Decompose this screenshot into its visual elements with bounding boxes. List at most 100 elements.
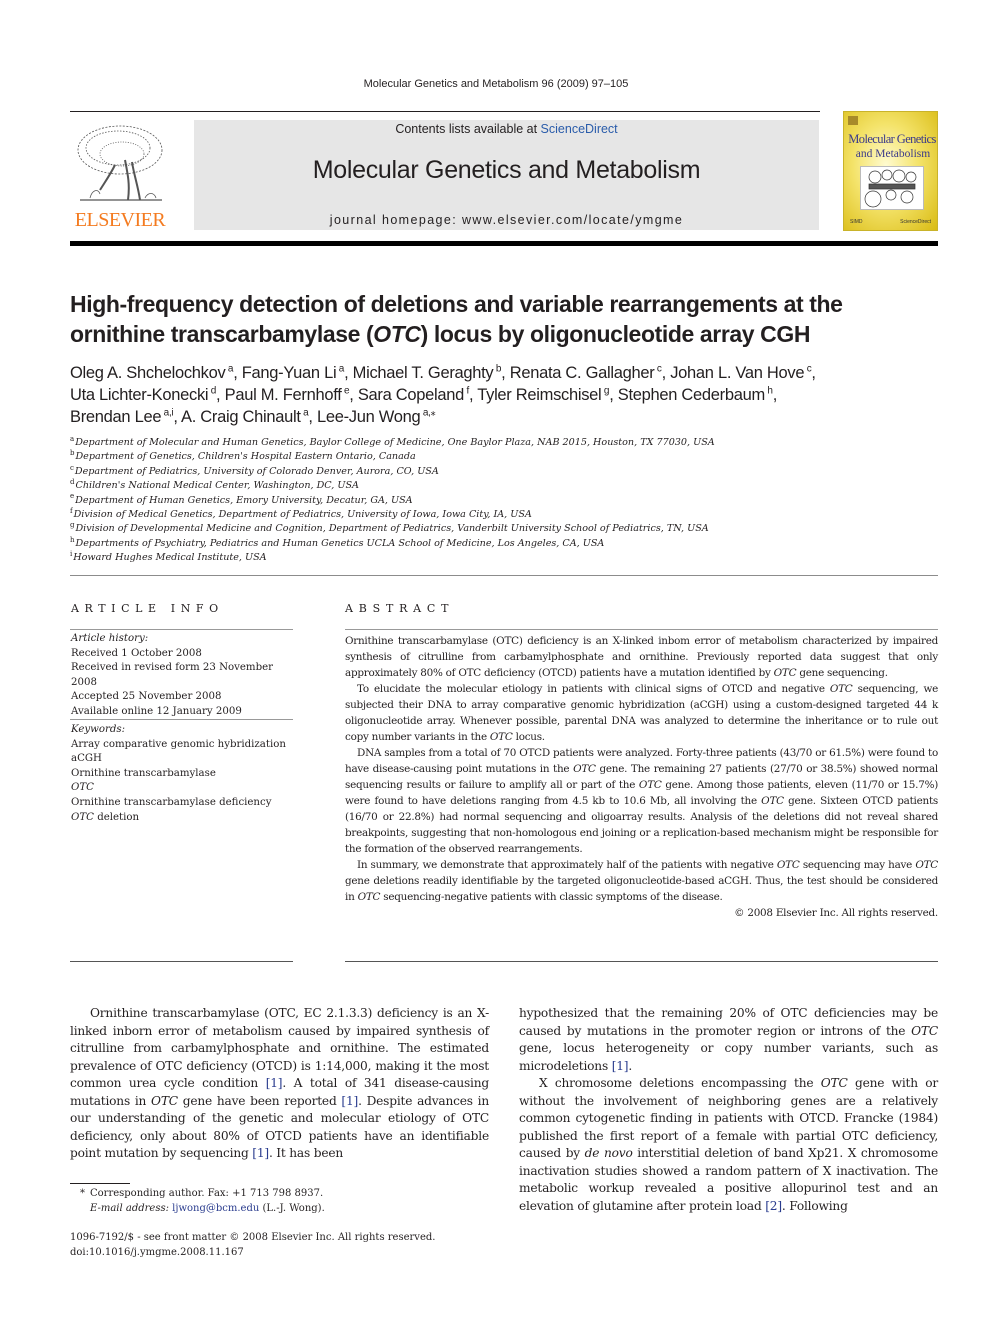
- keywords-rule: [70, 719, 293, 720]
- history-item: Available online 12 January 2009: [71, 705, 242, 717]
- cover-society-logo: SIMD: [850, 219, 863, 225]
- doi-line[interactable]: doi:10.1016/j.ymgme.2008.11.167: [70, 1246, 500, 1261]
- affiliation: cDepartment of Pediatrics, University of…: [70, 463, 439, 477]
- contents-prefix: Contents lists available at: [395, 122, 541, 136]
- affiliation: iHoward Hughes Medical Institute, USA: [70, 550, 267, 564]
- abstract-rule: [345, 629, 938, 630]
- author[interactable]: Paul M. Fernhoff e: [225, 386, 350, 404]
- cover-sciencedirect-logo: ScienceDirect: [900, 219, 931, 225]
- imprint: 1096-7192/$ - see front matter © 2008 El…: [70, 1231, 500, 1260]
- journal-cover[interactable]: Molecular Genetics and Metabolism SIMD S…: [843, 111, 938, 231]
- keyword-list: Array comparative genomic hybridization a…: [71, 738, 301, 826]
- citation-link[interactable]: [1]: [612, 1059, 629, 1073]
- affiliation-key: i: [70, 550, 73, 559]
- italic-term: OTC: [761, 795, 784, 807]
- header-thick-rule: [70, 241, 938, 246]
- author-affiliation-marker[interactable]: a,i: [161, 408, 174, 419]
- italic-term: OTC: [820, 1076, 848, 1090]
- citation-link[interactable]: [2]: [765, 1199, 782, 1213]
- author-affiliation-marker[interactable]: d: [208, 386, 217, 397]
- journal-title: Molecular Genetics and Metabolism: [312, 156, 701, 184]
- cover-figure: [860, 166, 924, 210]
- keyword[interactable]: Ornithine transcarbamylase deficiency: [71, 796, 301, 811]
- author[interactable]: Johan L. Van Hove c: [670, 364, 812, 382]
- history-list: Received 1 October 2008 Received in revis…: [71, 647, 301, 720]
- cover-membrane-diagram-icon: [864, 169, 917, 208]
- author[interactable]: Oleg A. Shchelochkov a: [70, 364, 233, 382]
- issn-line: 1096-7192/$ - see front matter © 2008 El…: [70, 1232, 436, 1243]
- author[interactable]: Sara Copeland f: [358, 386, 469, 404]
- italic-term: OTC: [151, 1093, 178, 1108]
- article-info-heading: ARTICLE INFO: [71, 602, 224, 615]
- author[interactable]: A. Craig Chinault a: [181, 408, 309, 426]
- citation-link[interactable]: [1]: [266, 1076, 283, 1090]
- email-suffix: (L.-J. Wong).: [262, 1202, 325, 1214]
- corresponding-text: Corresponding author. Fax: +1 713 798 89…: [90, 1188, 324, 1199]
- affiliation: aDepartment of Molecular and Human Genet…: [70, 434, 715, 448]
- affiliation: bDepartment of Genetics, Children's Hosp…: [70, 449, 416, 463]
- body-column-left: Ornithine transcarbamylase (OTC, EC 2.1.…: [70, 1005, 489, 1163]
- author[interactable]: Stephen Cederbaum h: [618, 386, 773, 404]
- title-gene-italic: OTC: [373, 321, 421, 347]
- affiliation: dChildren's National Medical Center, Was…: [70, 478, 359, 492]
- author[interactable]: Fang-Yuan Li a: [242, 364, 345, 382]
- author[interactable]: Renata C. Gallagher c: [510, 364, 662, 382]
- author[interactable]: Uta Lichter-Konecki d: [70, 386, 216, 404]
- body-paragraph: X chromosome deletions encompassing the …: [519, 1076, 938, 1213]
- author-affiliation-marker[interactable]: a: [301, 408, 309, 419]
- affiliation: fDivision of Medical Genetics, Departmen…: [70, 506, 532, 521]
- abstract-heading: ABSTRACT: [345, 602, 455, 615]
- body-column-right: hypothesized that the remaining 20% of O…: [519, 1005, 938, 1215]
- author-affiliation-marker[interactable]: e: [341, 386, 350, 397]
- keyword[interactable]: Array comparative genomic hybridization: [71, 738, 301, 753]
- affiliation-key: g: [70, 521, 75, 530]
- author[interactable]: Michael T. Geraghty b: [353, 364, 502, 382]
- journal-homepage[interactable]: journal homepage: www.elsevier.com/locat…: [194, 213, 819, 227]
- email-link[interactable]: ljwong@bcm.edu: [172, 1203, 259, 1214]
- cover-title-line1: Molecular Genetics: [848, 132, 936, 146]
- author-affiliation-marker[interactable]: a: [336, 364, 345, 375]
- publisher-logo[interactable]: ELSEVIER: [70, 120, 170, 232]
- journal-banner: Contents lists available at ScienceDirec…: [194, 120, 819, 230]
- keyword[interactable]: aCGH: [71, 752, 301, 767]
- author-affiliation-marker[interactable]: a: [225, 364, 234, 375]
- abstract-paragraph: To elucidate the molecular etiology in p…: [345, 683, 938, 743]
- history-item: Received in revised form 23 November 200…: [71, 662, 274, 688]
- author-affiliation-marker[interactable]: g: [601, 386, 610, 397]
- corresponding-author-footnote: * Corresponding author. Fax: +1 713 798 8…: [80, 1187, 500, 1216]
- italic-term: OTC: [489, 731, 513, 743]
- running-head: Molecular Genetics and Metabolism 96 (20…: [363, 78, 629, 90]
- author[interactable]: Brendan Lee a,i: [70, 408, 174, 426]
- affiliation: eDepartment of Human Genetics, Emory Uni…: [70, 492, 413, 506]
- keywords-label: Keywords:: [71, 724, 126, 735]
- history-item: Received 1 October 2008: [71, 647, 202, 659]
- author-list: Oleg A. Shchelochkov a, Fang-Yuan Li a, …: [70, 363, 816, 426]
- footnote-star: *: [80, 1188, 85, 1199]
- keyword[interactable]: Ornithine transcarbamylase: [71, 767, 301, 782]
- title-text-end: ) locus by oligonucleotide array CGH: [420, 321, 811, 347]
- italic-term: OTC: [573, 763, 596, 775]
- author-affiliation-marker[interactable]: a,⁎: [420, 408, 436, 419]
- author-affiliation-marker[interactable]: h: [765, 386, 773, 397]
- italic-term: OTC: [829, 683, 853, 695]
- affiliation: hDepartments of Psychiatry, Pediatrics a…: [70, 535, 605, 549]
- affiliation-key: f: [70, 506, 73, 515]
- author-affiliation-marker[interactable]: c: [804, 364, 812, 375]
- author[interactable]: Lee-Jun Wong a,⁎: [317, 408, 436, 426]
- author[interactable]: Tyler Reimschisel g: [477, 386, 609, 404]
- author-affiliation-marker[interactable]: b: [493, 364, 502, 375]
- citation-link[interactable]: [1]: [252, 1146, 269, 1160]
- author-affiliation-marker[interactable]: c: [654, 364, 662, 375]
- keyword[interactable]: OTC: [71, 781, 301, 796]
- affiliation-key: h: [70, 535, 75, 544]
- keywords: Keywords: Array comparative genomic hybr…: [71, 723, 301, 825]
- abstract-paragraph: In summary, we demonstrate that approxim…: [345, 859, 938, 903]
- author-affiliation-marker[interactable]: f: [464, 386, 469, 397]
- article-history-label: Article history:: [71, 633, 149, 644]
- keyword[interactable]: OTC deletion: [71, 811, 301, 826]
- article-history: Article history: Received 1 October 2008…: [71, 632, 301, 720]
- citation-link[interactable]: [1]: [341, 1094, 358, 1108]
- sciencedirect-link[interactable]: ScienceDirect: [541, 122, 618, 136]
- italic-term: OTC: [357, 891, 381, 903]
- italic-term: OTC: [773, 667, 797, 679]
